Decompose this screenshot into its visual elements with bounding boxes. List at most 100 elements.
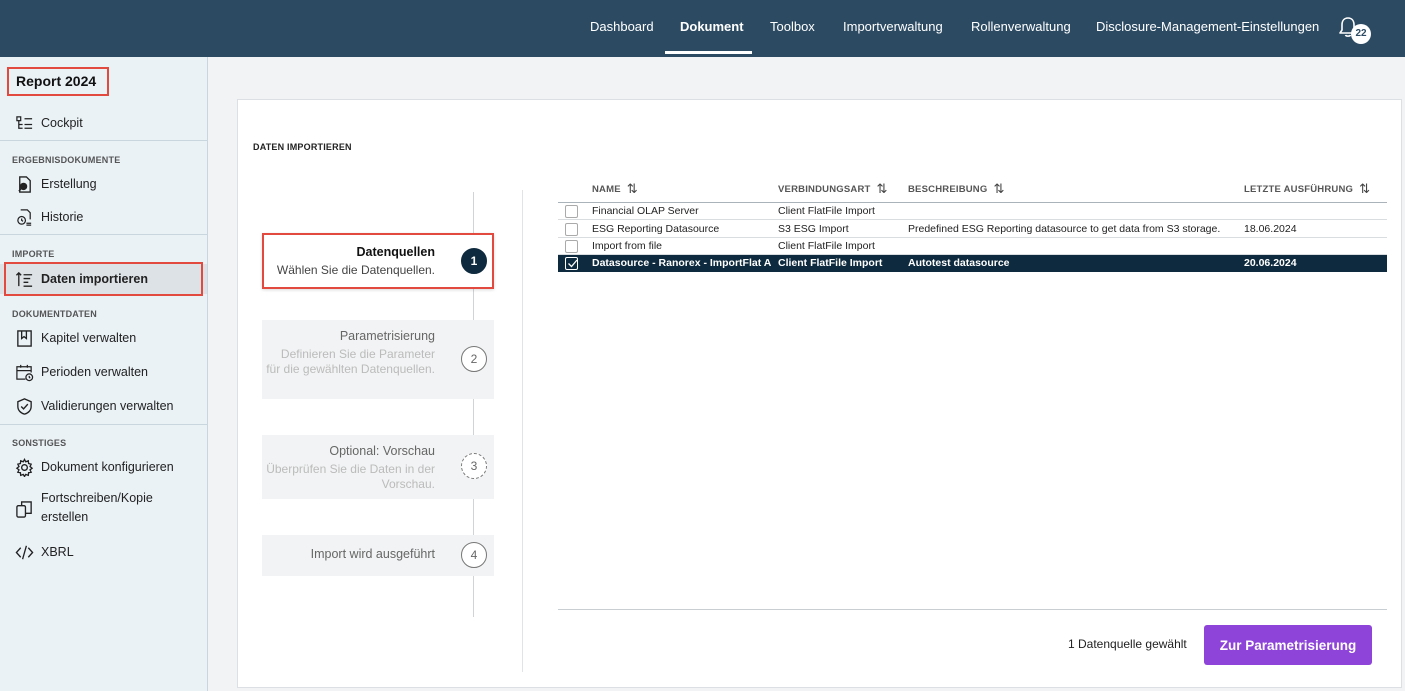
step-description: Überprüfen Sie die Daten in der Vorschau…	[266, 462, 435, 491]
sort-icon[interactable]: ⇅	[627, 181, 638, 197]
nav-disclosure-management-einstellungen[interactable]: Disclosure-Management-Einstellungen	[1096, 0, 1319, 54]
step-vorschau[interactable]: Optional: Vorschau Überprüfen Sie die Da…	[262, 435, 494, 499]
step-import-ausgefuehrt[interactable]: Import wird ausgeführt 4	[262, 535, 494, 576]
sidebar-item-label: Erstellung	[41, 177, 97, 191]
column-header-label: LETZTE AUSFÜHRUNG	[1244, 183, 1354, 195]
nav-importverwaltung[interactable]: Importverwaltung	[843, 0, 943, 54]
step-datenquellen[interactable]: Datenquellen Wählen Sie die Datenquellen…	[262, 233, 494, 289]
table-row[interactable]: Financial OLAP Server Client FlatFile Im…	[558, 203, 1387, 220]
hierarchy-list-icon	[14, 113, 34, 133]
sidebar: Report 2024 Cockpit ERGEBNISDOKUMENTE Er…	[0, 57, 208, 691]
table-row[interactable]: Import from file Client FlatFile Import	[558, 238, 1387, 255]
cell-name: Financial OLAP Server	[592, 205, 699, 217]
step-parametrisierung[interactable]: Parametrisierung Definieren Sie die Para…	[262, 320, 494, 399]
sidebar-item-xbrl[interactable]: XBRL	[0, 537, 207, 567]
copy-icon	[14, 499, 34, 519]
notification-badge: 22	[1351, 24, 1371, 44]
cell-verbindungsart: S3 ESG Import	[778, 223, 849, 235]
sidebar-item-label-line-1: Fortschreiben/Kopie	[41, 491, 153, 505]
sort-icon[interactable]: ⇅	[877, 181, 888, 197]
cell-verbindungsart: Client FlatFile Import	[778, 205, 875, 217]
checkmark-icon	[568, 259, 578, 268]
table-row-selected[interactable]: Datasource - Ranorex - ImportFlat A Clie…	[558, 255, 1387, 272]
row-checkbox-checked[interactable]	[565, 257, 578, 270]
import-card: DATEN IMPORTIEREN Datenquellen Wählen Si…	[237, 99, 1402, 688]
row-checkbox[interactable]	[565, 240, 578, 253]
zur-parametrisierung-button[interactable]: Zur Parametrisierung	[1204, 625, 1372, 665]
sidebar-divider	[0, 140, 207, 141]
active-item-highlight	[4, 262, 203, 296]
sidebar-item-label: XBRL	[41, 545, 74, 559]
sidebar-item-cockpit[interactable]: Cockpit	[0, 108, 207, 138]
code-icon	[14, 542, 34, 562]
sidebar-item-label: Validierungen verwalten	[41, 399, 174, 413]
sort-icon[interactable]: ⇅	[1359, 181, 1370, 197]
document-gear-icon	[14, 174, 34, 194]
column-header-name[interactable]: NAME ⇅	[592, 175, 638, 203]
sidebar-section-importe: IMPORTE	[12, 249, 55, 259]
nav-active-indicator	[665, 51, 752, 54]
panel-divider	[522, 190, 523, 672]
nav-rollenverwaltung[interactable]: Rollenverwaltung	[971, 0, 1071, 54]
column-header-letzte-ausfuehrung[interactable]: LETZTE AUSFÜHRUNG ⇅	[1244, 175, 1370, 203]
column-header-beschreibung[interactable]: BESCHREIBUNG ⇅	[908, 175, 1005, 203]
calendar-clock-icon	[14, 362, 34, 382]
column-header-verbindungsart[interactable]: VERBINDUNGSART ⇅	[778, 175, 888, 203]
step-title: Optional: Vorschau	[329, 444, 435, 458]
gear-icon	[14, 457, 34, 477]
sidebar-item-label-line-2: erstellen	[41, 510, 89, 524]
cell-verbindungsart: Client FlatFile Import	[778, 257, 883, 269]
step-title: Import wird ausgeführt	[310, 547, 435, 561]
row-checkbox[interactable]	[565, 223, 578, 236]
column-header-label: VERBINDUNGSART	[778, 183, 871, 195]
sidebar-item-label: Perioden verwalten	[41, 365, 149, 379]
sidebar-item-kapitel-verwalten[interactable]: Kapitel verwalten	[0, 323, 207, 353]
step-number: 3	[461, 453, 487, 479]
sidebar-divider	[0, 424, 207, 425]
cell-letzte-ausfuehrung: 18.06.2024	[1244, 223, 1297, 235]
sidebar-item-label: Historie	[41, 210, 84, 224]
sidebar-item-dokument-konfigurieren[interactable]: Dokument konfigurieren	[0, 452, 207, 482]
step-title: Datenquellen	[356, 245, 436, 259]
nav-dashboard[interactable]: Dashboard	[590, 0, 654, 54]
step-number: 4	[461, 542, 487, 568]
cell-beschreibung: Predefined ESG Reporting datasource to g…	[908, 223, 1221, 235]
report-title[interactable]: Report 2024	[7, 67, 109, 96]
top-navigation-bar: Dashboard Dokument Toolbox Importverwalt…	[0, 0, 1405, 57]
row-checkbox[interactable]	[565, 205, 578, 218]
history-icon	[14, 207, 34, 227]
sidebar-item-label: Fortschreiben/Kopie erstellen	[41, 489, 153, 527]
cell-verbindungsart: Client FlatFile Import	[778, 240, 875, 252]
column-header-label: BESCHREIBUNG	[908, 183, 988, 195]
cell-beschreibung: Autotest datasource	[908, 257, 1010, 269]
cell-name: Datasource - Ranorex - ImportFlat A	[592, 257, 772, 269]
sidebar-section-dokumentdaten: DOKUMENTDATEN	[12, 309, 97, 319]
nav-toolbox[interactable]: Toolbox	[770, 0, 815, 54]
step-description: Definieren Sie die Parameter für die gew…	[266, 347, 435, 376]
sidebar-item-label: Dokument konfigurieren	[41, 460, 174, 474]
sidebar-divider	[0, 234, 207, 235]
table-header: NAME ⇅ VERBINDUNGSART ⇅ BESCHREIBUNG ⇅ L…	[558, 175, 1387, 203]
step-number: 1	[461, 248, 487, 274]
sidebar-item-fortschreiben-kopie[interactable]: Fortschreiben/Kopie erstellen	[0, 489, 207, 529]
cell-name: Import from file	[592, 240, 663, 252]
nav-dokument[interactable]: Dokument	[680, 0, 744, 54]
cell-letzte-ausfuehrung: 20.06.2024	[1244, 257, 1297, 269]
column-header-label: NAME	[592, 183, 621, 195]
sidebar-item-label: Kapitel verwalten	[41, 331, 137, 345]
sidebar-section-sonstiges: SONSTIGES	[12, 438, 67, 448]
step-number: 2	[461, 346, 487, 372]
sidebar-item-perioden-verwalten[interactable]: Perioden verwalten	[0, 357, 207, 387]
footer-divider	[558, 609, 1387, 610]
sidebar-item-validierungen-verwalten[interactable]: Validierungen verwalten	[0, 391, 207, 421]
sidebar-item-historie[interactable]: Historie	[0, 202, 207, 232]
step-description: Wählen Sie die Datenquellen.	[276, 263, 435, 277]
sidebar-item-erstellung[interactable]: Erstellung	[0, 169, 207, 199]
book-icon	[14, 328, 34, 348]
shield-check-icon	[14, 396, 34, 416]
sort-icon[interactable]: ⇅	[993, 181, 1004, 197]
table-row[interactable]: ESG Reporting Datasource S3 ESG Import P…	[558, 221, 1387, 238]
step-title: Parametrisierung	[339, 329, 435, 343]
sidebar-item-label: Cockpit	[41, 116, 83, 130]
selection-count: 1 Datenquelle gewählt	[1068, 637, 1187, 651]
